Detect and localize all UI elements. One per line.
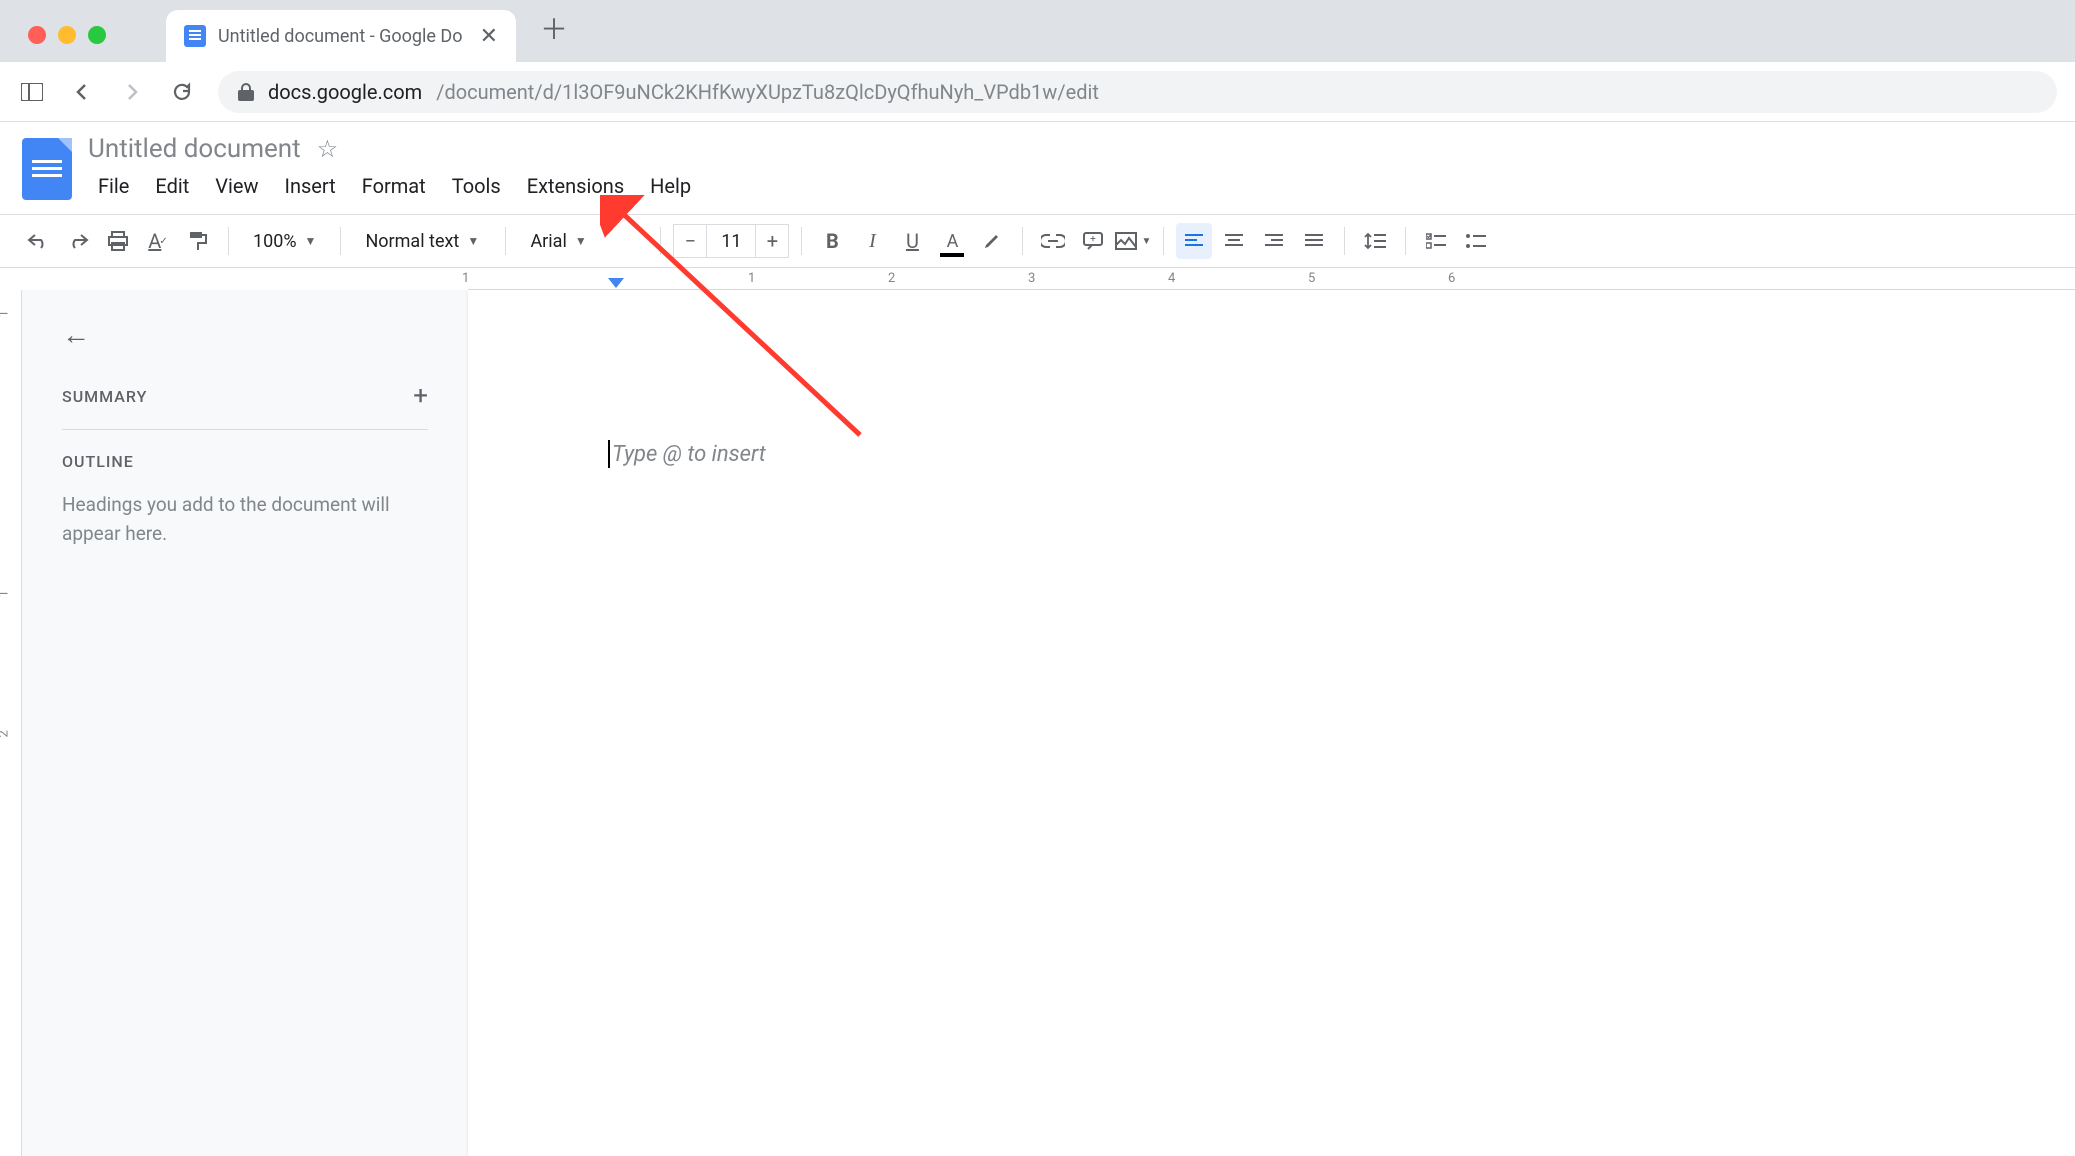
svg-text:+: + — [1091, 234, 1097, 245]
bullet-list-button[interactable] — [1458, 223, 1494, 259]
font-size-decrease[interactable]: − — [673, 224, 707, 258]
collapse-outline-icon[interactable]: ← — [62, 318, 90, 351]
paint-format-button[interactable] — [180, 223, 216, 259]
menu-edit[interactable]: Edit — [145, 168, 199, 204]
indent-marker-icon[interactable] — [608, 278, 624, 288]
reload-button[interactable] — [168, 78, 196, 106]
text-cursor — [608, 440, 610, 468]
star-icon[interactable]: ☆ — [317, 135, 339, 163]
text-color-button[interactable]: A — [934, 223, 970, 259]
tab-title: Untitled document - Google Do — [218, 26, 468, 47]
url-field[interactable]: docs.google.com/document/d/1l3OF9uNCk2KH… — [218, 71, 2057, 113]
align-left-button[interactable] — [1176, 223, 1212, 259]
vertical-ruler[interactable]: 1 1 2 — [0, 290, 22, 1156]
menu-tools[interactable]: Tools — [442, 168, 511, 204]
summary-heading: SUMMARY — [62, 387, 147, 406]
italic-button[interactable]: I — [854, 223, 890, 259]
docs-header: Untitled document ☆ File Edit View Inser… — [0, 122, 2075, 204]
outline-panel: ← SUMMARY + OUTLINE Headings you add to … — [22, 290, 468, 1156]
undo-button[interactable] — [20, 223, 56, 259]
toolbar: A✓ 100%▼ Normal text▼ Arial▼ − + B I U A… — [0, 214, 2075, 268]
content-area: 1 1 2 ← SUMMARY + OUTLINE Headings you a… — [0, 290, 2075, 1156]
line-spacing-button[interactable] — [1357, 223, 1393, 259]
comment-button[interactable]: + — [1075, 223, 1111, 259]
align-center-button[interactable] — [1216, 223, 1252, 259]
font-select[interactable]: Arial▼ — [518, 223, 648, 259]
font-size-group: − + — [673, 224, 789, 258]
minimize-window-button[interactable] — [58, 26, 76, 44]
align-justify-button[interactable] — [1296, 223, 1332, 259]
outline-heading: OUTLINE — [62, 452, 428, 471]
checklist-button[interactable] — [1418, 223, 1454, 259]
sidebar-toggle-icon[interactable] — [18, 78, 46, 106]
docs-favicon-icon — [184, 25, 206, 47]
address-bar: docs.google.com/document/d/1l3OF9uNCk2KH… — [0, 62, 2075, 122]
menu-extensions[interactable]: Extensions — [517, 168, 634, 204]
underline-button[interactable]: U — [894, 223, 930, 259]
font-size-increase[interactable]: + — [755, 224, 789, 258]
browser-tab[interactable]: Untitled document - Google Do ✕ — [166, 10, 516, 62]
redo-button[interactable] — [60, 223, 96, 259]
new-tab-button[interactable]: ＋ — [540, 8, 568, 48]
menu-help[interactable]: Help — [640, 168, 701, 204]
menu-view[interactable]: View — [205, 168, 268, 204]
maximize-window-button[interactable] — [88, 26, 106, 44]
editor-placeholder: Type @ to insert — [612, 442, 766, 467]
back-button[interactable] — [68, 78, 96, 106]
close-tab-icon[interactable]: ✕ — [480, 24, 498, 49]
window-controls — [0, 26, 106, 62]
link-button[interactable] — [1035, 223, 1071, 259]
font-size-input[interactable] — [707, 224, 755, 258]
align-right-button[interactable] — [1256, 223, 1292, 259]
highlight-button[interactable] — [974, 223, 1010, 259]
document-title[interactable]: Untitled document — [88, 134, 301, 164]
outline-empty-message: Headings you add to the document will ap… — [62, 491, 428, 548]
zoom-select[interactable]: 100%▼ — [241, 223, 328, 259]
document-page[interactable]: Type @ to insert — [468, 290, 2075, 1156]
image-button[interactable]: ▼ — [1115, 223, 1151, 259]
print-button[interactable] — [100, 223, 136, 259]
menu-file[interactable]: File — [88, 168, 139, 204]
url-path: /document/d/1l3OF9uNCk2KHfKwyXUpzTu8zQlc… — [436, 80, 1099, 104]
lock-icon — [238, 83, 254, 101]
menu-insert[interactable]: Insert — [275, 168, 346, 204]
spellcheck-button[interactable]: A✓ — [140, 223, 176, 259]
add-summary-button[interactable]: + — [413, 381, 428, 411]
docs-logo-icon[interactable] — [22, 138, 72, 200]
menu-format[interactable]: Format — [352, 168, 436, 204]
url-host: docs.google.com — [268, 80, 422, 104]
menu-bar: File Edit View Insert Format Tools Exten… — [88, 168, 701, 204]
forward-button — [118, 78, 146, 106]
close-window-button[interactable] — [28, 26, 46, 44]
horizontal-ruler[interactable]: 1 1 2 3 4 5 6 — [468, 268, 2075, 290]
bold-button[interactable]: B — [814, 223, 850, 259]
style-select[interactable]: Normal text▼ — [353, 223, 493, 259]
browser-tab-strip: Untitled document - Google Do ✕ ＋ — [0, 0, 2075, 62]
